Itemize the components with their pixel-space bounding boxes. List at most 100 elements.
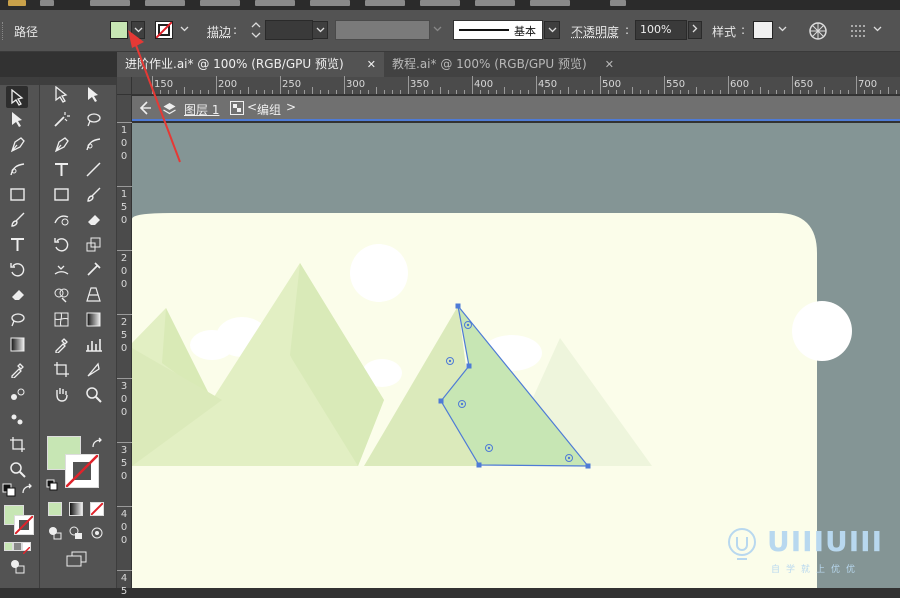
eyedropper-tool-icon[interactable] (6, 358, 28, 380)
rotate-tool-icon[interactable] (6, 258, 28, 280)
stroke-color-swatch[interactable] (65, 454, 99, 488)
zoom-tool-icon[interactable] (6, 458, 28, 480)
menu-item[interactable] (530, 0, 570, 6)
anchor-point[interactable] (585, 463, 591, 469)
anchor-point[interactable] (476, 462, 482, 468)
paintbrush-tool-icon[interactable] (82, 183, 104, 205)
opacity-arrow[interactable] (688, 21, 702, 39)
curvature-tool-icon[interactable] (6, 158, 28, 180)
recolor-artwork-icon[interactable] (808, 21, 828, 41)
swap-colors-icon[interactable] (20, 483, 34, 497)
canvas[interactable] (132, 123, 900, 588)
artboard-tool-icon[interactable] (50, 358, 72, 380)
artboard-tool-icon[interactable] (6, 433, 28, 455)
menu-item[interactable] (90, 0, 130, 6)
anchor-point[interactable] (466, 363, 472, 369)
selection-tool-icon[interactable] (6, 86, 28, 108)
lasso-tool-icon[interactable] (82, 108, 104, 130)
blend-tool-icon[interactable] (6, 383, 28, 405)
menu-item[interactable] (200, 0, 240, 6)
style-swatch[interactable] (753, 21, 773, 39)
eraser-tool-icon[interactable] (82, 208, 104, 230)
default-colors-icon[interactable] (2, 483, 16, 497)
anchor-point[interactable] (455, 303, 461, 309)
lasso-tool-icon[interactable] (6, 308, 28, 330)
align-dropdown[interactable] (870, 21, 884, 39)
slice-tool-icon[interactable] (82, 358, 104, 380)
swap-colors-icon[interactable] (90, 437, 104, 451)
hand-tool-icon[interactable] (50, 383, 72, 405)
menu-item[interactable] (255, 0, 295, 6)
gradient-tool-icon[interactable] (6, 333, 28, 355)
anchor-point[interactable] (438, 398, 444, 404)
scale-tool-icon[interactable] (82, 233, 104, 255)
eraser-tool-icon[interactable] (6, 283, 28, 305)
workspace-icon[interactable] (40, 0, 54, 6)
panel-grip[interactable] (2, 22, 6, 40)
paintbrush-tool-icon[interactable] (6, 208, 28, 230)
puppet-warp-tool-icon[interactable] (82, 258, 104, 280)
gradient-mode-icon[interactable] (69, 502, 83, 516)
vertical-ruler[interactable]: 10015020025030035040045 (117, 95, 132, 597)
style-dropdown[interactable] (775, 21, 789, 39)
opacity-label[interactable]: 不透明度 (571, 23, 619, 40)
perspective-grid-tool-icon[interactable] (82, 283, 104, 305)
variable-width-dropdown[interactable] (430, 21, 444, 39)
menu-item[interactable] (475, 0, 515, 6)
mesh-tool-icon[interactable] (50, 308, 72, 330)
rectangle-tool-icon[interactable] (6, 183, 28, 205)
menu-item[interactable] (145, 0, 185, 6)
symbol-sprayer-tool-icon[interactable] (6, 408, 28, 430)
rectangle-tool-icon[interactable] (50, 183, 72, 205)
line-segment-tool-icon[interactable] (82, 158, 104, 180)
menu-item[interactable] (310, 0, 350, 6)
magic-wand-tool-icon[interactable] (50, 108, 72, 130)
rotate-tool-icon[interactable] (50, 233, 72, 255)
color-mode-icon[interactable] (4, 542, 13, 551)
width-tool-icon[interactable] (50, 258, 72, 280)
direct-selection-tool-icon[interactable] (82, 83, 104, 105)
direct-selection-tool-icon[interactable] (6, 108, 28, 130)
brush-dropdown[interactable] (544, 21, 560, 39)
menu-bar[interactable] (0, 0, 900, 10)
none-mode-icon[interactable] (22, 542, 31, 555)
curvature-tool-icon[interactable] (82, 133, 104, 155)
draw-inside-icon[interactable] (90, 526, 104, 540)
color-mode-icon[interactable] (48, 502, 62, 516)
graph-tool-icon[interactable] (82, 333, 104, 355)
stroke-weight-dropdown[interactable] (312, 21, 328, 39)
stroke-weight-input[interactable] (265, 20, 313, 40)
stroke-color-swatch[interactable] (14, 515, 34, 535)
close-icon[interactable]: ✕ (367, 52, 376, 77)
zoom-tool-icon[interactable] (82, 383, 104, 405)
menu-icon[interactable] (610, 0, 626, 6)
type-tool-icon[interactable] (6, 233, 28, 255)
pen-tool-icon[interactable] (50, 133, 72, 155)
screen-mode-icon[interactable] (66, 551, 88, 567)
draw-mode-icon[interactable] (6, 555, 28, 577)
none-mode-icon[interactable] (90, 502, 104, 516)
menu-item[interactable] (365, 0, 405, 6)
selection-tool-icon[interactable] (50, 83, 72, 105)
align-icon[interactable] (850, 23, 868, 39)
shaper-tool-icon[interactable] (50, 208, 72, 230)
type-tool-icon[interactable] (50, 158, 72, 180)
opacity-input[interactable]: 100% (635, 20, 687, 40)
eyedropper-tool-icon[interactable] (50, 333, 72, 355)
stroke-weight-stepper[interactable] (250, 20, 262, 40)
variable-width-profile[interactable] (335, 20, 430, 40)
pen-tool-icon[interactable] (6, 133, 28, 155)
close-icon[interactable]: ✕ (605, 52, 614, 77)
gradient-tool-icon[interactable] (82, 308, 104, 330)
horizontal-ruler[interactable]: 150 200 250 300 350 400 450 500 550 600 650 700 (132, 76, 900, 95)
draw-behind-icon[interactable] (69, 526, 83, 540)
shape-builder-tool-icon[interactable] (50, 283, 72, 305)
panel-header[interactable] (0, 77, 39, 85)
tab-document[interactable]: 教程.ai* @ 100% (RGB/GPU 预览) ✕ (384, 52, 622, 77)
brush-definition[interactable]: 基本 (453, 20, 543, 40)
breadcrumb-group[interactable]: 编组 (257, 101, 281, 118)
menu-item[interactable] (420, 0, 460, 6)
draw-normal-icon[interactable] (48, 526, 62, 540)
stroke-label[interactable]: 描边 (207, 23, 231, 40)
default-colors-icon[interactable] (46, 479, 58, 491)
